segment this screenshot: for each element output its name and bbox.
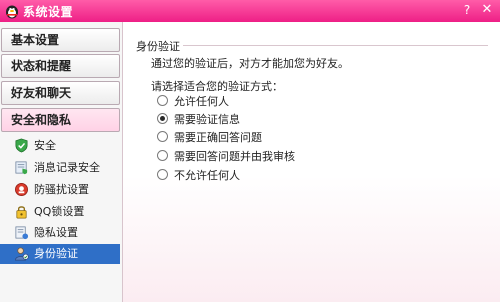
radio-button[interactable]	[157, 131, 168, 142]
section-title: 身份验证	[136, 40, 180, 53]
window-title: 系统设置	[23, 5, 74, 19]
identity-icon	[15, 247, 29, 261]
sidebar-item-privacy[interactable]: 隐私设置	[0, 223, 120, 243]
category-basic-settings[interactable]: 基本设置	[1, 28, 120, 52]
option-label: 允许任何人	[174, 95, 229, 108]
category-friends-chat[interactable]: 好友和聊天	[1, 81, 120, 105]
section-divider	[183, 45, 488, 46]
category-status-alerts[interactable]: 状态和提醒	[1, 54, 120, 78]
sidebar-item-identity-verification[interactable]: 身份验证	[0, 244, 120, 264]
title-bar[interactable]: 系统设置 ? ✕	[0, 0, 500, 22]
sidebar-item-security[interactable]: 安全	[0, 136, 120, 156]
sidebar: 基本设置 状态和提醒 好友和聊天 安全和隐私 安全 消息记录安全 防骚扰设置 Q…	[0, 22, 123, 302]
qq-lock-icon	[16, 206, 27, 219]
close-button[interactable]: ✕	[479, 2, 495, 18]
description-text: 通过您的验证后，对方才能加您为好友。	[151, 57, 349, 70]
sidebar-item-label: 身份验证	[34, 247, 78, 260]
anti-harass-icon	[15, 183, 28, 196]
qq-penguin-icon	[6, 5, 18, 19]
identity-verification-panel: 身份验证 通过您的验证后，对方才能加您为好友。 请选择适合您的验证方式： 允许任…	[123, 22, 500, 302]
radio-button[interactable]	[157, 95, 168, 106]
sidebar-item-qq-lock[interactable]: QQ锁设置	[0, 202, 120, 222]
option-label: 需要验证信息	[174, 113, 240, 126]
radio-button[interactable]	[157, 150, 168, 161]
radio-button[interactable]	[157, 169, 168, 180]
verification-prompt: 请选择适合您的验证方式：	[151, 80, 283, 93]
shield-icon	[15, 138, 28, 153]
sidebar-item-label: 消息记录安全	[34, 161, 100, 174]
option-label: 不允许任何人	[174, 169, 240, 182]
sidebar-item-label: 防骚扰设置	[34, 183, 89, 196]
privacy-icon	[15, 226, 29, 240]
sidebar-item-label: 隐私设置	[34, 226, 78, 239]
sidebar-item-message-record-security[interactable]: 消息记录安全	[0, 158, 120, 178]
category-security-privacy[interactable]: 安全和隐私	[1, 108, 120, 132]
option-label: 需要回答问题并由我审核	[174, 150, 295, 163]
message-record-icon	[15, 161, 28, 175]
sidebar-item-label: 安全	[34, 139, 56, 152]
settings-window: 系统设置 ? ✕ 基本设置 状态和提醒 好友和聊天 安全和隐私 安全 消息记录安…	[0, 0, 500, 302]
help-button[interactable]: ?	[459, 2, 475, 18]
sidebar-item-label: QQ锁设置	[34, 205, 85, 218]
radio-button-selected[interactable]	[157, 113, 168, 124]
option-label: 需要正确回答问题	[174, 131, 262, 144]
sidebar-item-anti-harassment[interactable]: 防骚扰设置	[0, 180, 120, 200]
